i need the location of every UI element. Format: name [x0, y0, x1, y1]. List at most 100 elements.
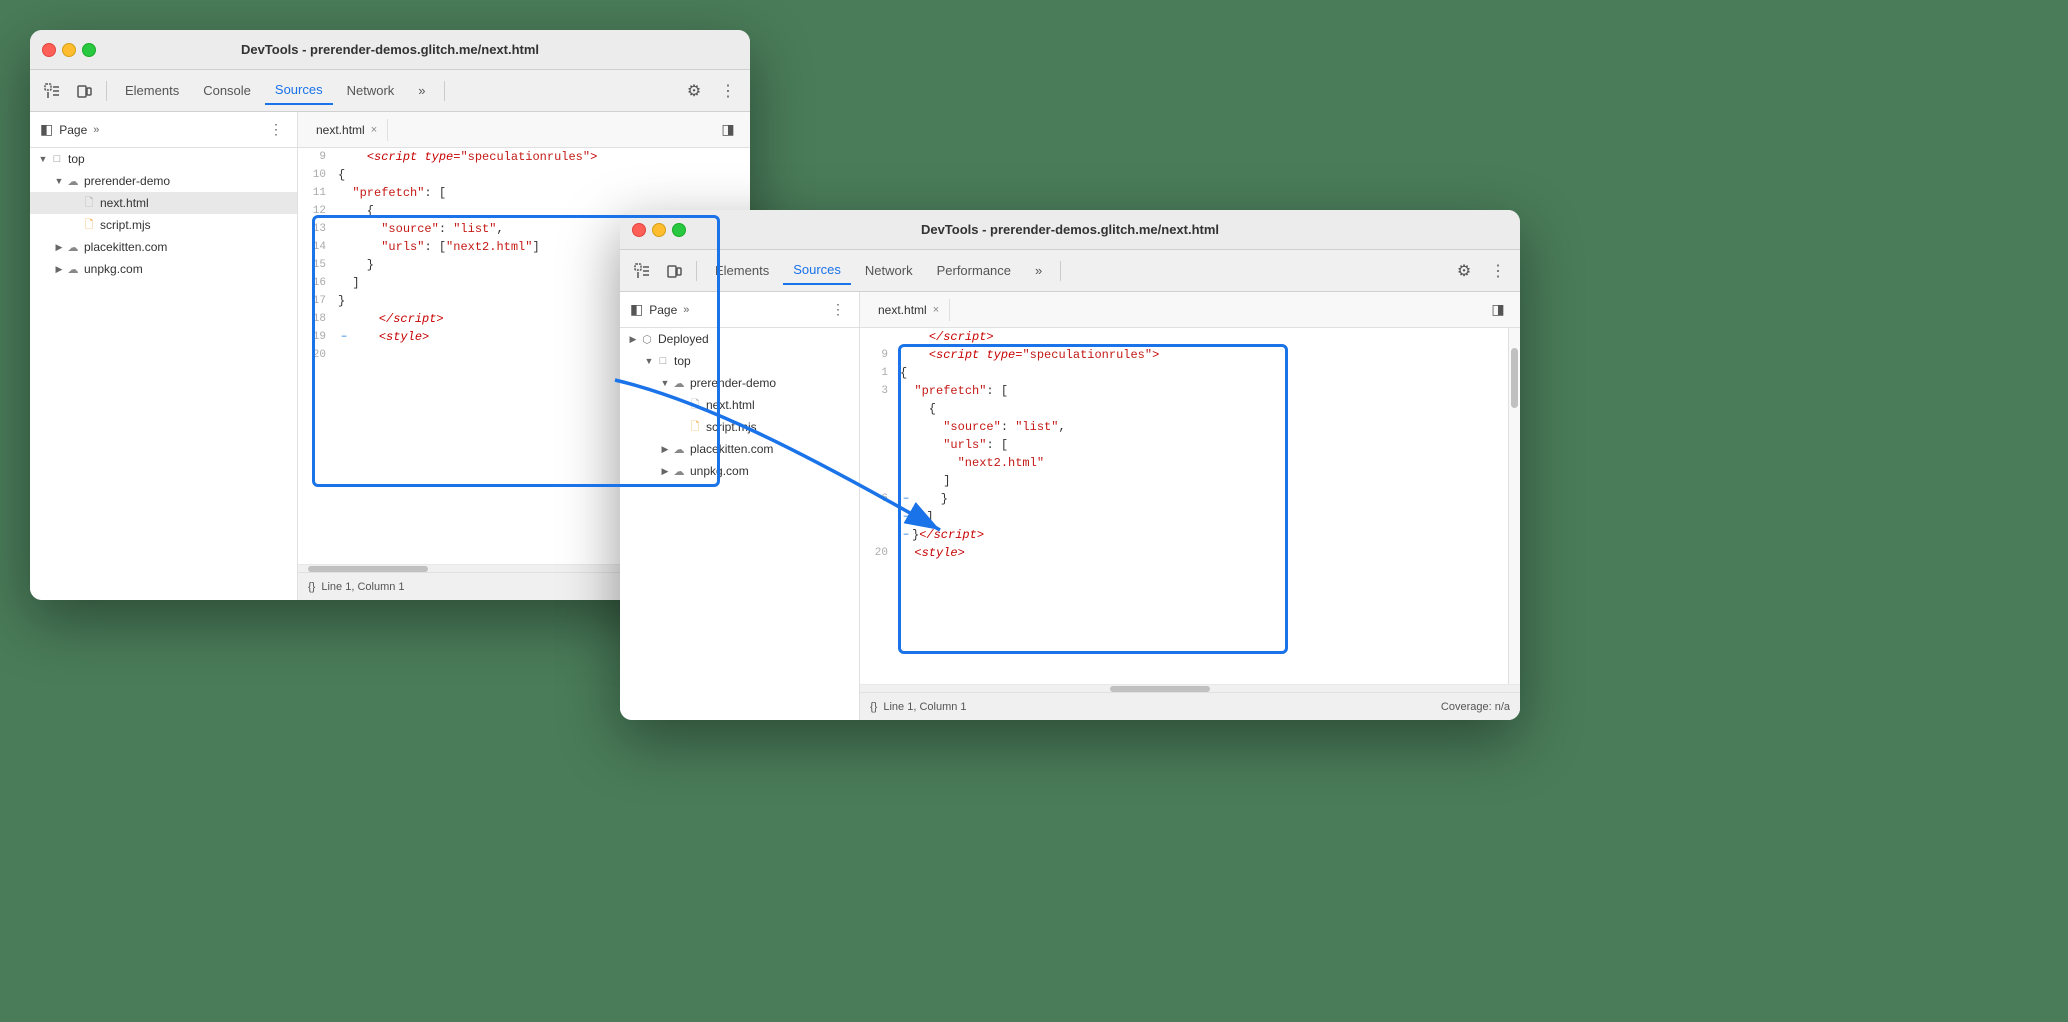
code-line-1-2: 1 {	[860, 364, 1520, 382]
code-panel-2: next.html × ◨ </script> 9 <script type="…	[860, 292, 1520, 720]
more-icon-1[interactable]: ⋮	[714, 77, 742, 105]
line-num-13-1: 13	[298, 220, 338, 238]
line-content-9b-2: }	[912, 490, 1520, 508]
traffic-lights-1[interactable]	[42, 43, 96, 57]
tab-network-2[interactable]: Network	[855, 257, 923, 284]
tab-performance-2[interactable]: Performance	[927, 257, 1021, 284]
tab-sources-2[interactable]: Sources	[783, 256, 851, 285]
tree-label-prerender-2: prerender-demo	[690, 376, 776, 390]
tree-item-placekitten-2[interactable]: ▶ ☁ placekitten.com	[620, 438, 859, 460]
line-content-11-1: "prefetch": [	[338, 184, 750, 202]
line-content-10b-2: ]	[912, 508, 1520, 526]
tree-item-top-2[interactable]: ▼ □ top	[620, 350, 859, 372]
line-num-20b-2: 20	[860, 544, 900, 562]
scrollbar-v-2[interactable]	[1508, 328, 1520, 684]
scrollbar-v-thumb-2[interactable]	[1511, 348, 1518, 408]
panel-right-icon-2[interactable]: ◨	[1484, 296, 1512, 324]
file-icon-script-2: 🗋	[688, 420, 702, 434]
tree-item-prerender-1[interactable]: ▼ ☁ prerender-demo	[30, 170, 297, 192]
line-num-12-1: 12	[298, 202, 338, 220]
sidebar-chevron-2[interactable]: »	[683, 304, 689, 316]
separator-2	[444, 81, 445, 101]
line-num-3-2: 3	[860, 382, 900, 400]
tab-console-1[interactable]: Console	[193, 77, 261, 104]
panel-right-icon-1[interactable]: ◨	[714, 116, 742, 144]
triangle-prerender-1: ▼	[54, 176, 64, 186]
minimize-button-2[interactable]	[652, 223, 666, 237]
tree-item-top-1[interactable]: ▼ □ top	[30, 148, 297, 170]
tree-item-unpkg-1[interactable]: ▶ ☁ unpkg.com	[30, 258, 297, 280]
tree-item-unpkg-2[interactable]: ▶ ☁ unpkg.com	[620, 460, 859, 482]
tree-label-unpkg-1: unpkg.com	[84, 262, 143, 276]
tree-item-deployed-2[interactable]: ▶ ⬡ Deployed	[620, 328, 859, 350]
code-tab-nexthtml-1[interactable]: next.html ×	[306, 119, 388, 141]
line-content-9-2: <script type="speculationrules">	[900, 346, 1520, 364]
tree-label-top-1: top	[68, 152, 85, 166]
line-num-16-1: 16	[298, 274, 338, 292]
tree-item-placekitten-1[interactable]: ▶ ☁ placekitten.com	[30, 236, 297, 258]
tree-item-prerender-2[interactable]: ▼ ☁ prerender-demo	[620, 372, 859, 394]
sidebar-dots-1[interactable]: ⋮	[265, 121, 287, 138]
code-tab-nexthtml-2[interactable]: next.html ×	[868, 299, 950, 321]
more-icon-2[interactable]: ⋮	[1484, 257, 1512, 285]
maximize-button-1[interactable]	[82, 43, 96, 57]
tree-label-scriptmjs-1: script.mjs	[100, 218, 151, 232]
device-icon-2[interactable]	[660, 257, 688, 285]
sidebar-tree-2: ▶ ⬡ Deployed ▼ □ top ▼ ☁ prerender-demo	[620, 328, 859, 720]
tree-item-nexthtml-1[interactable]: ▶ 🗋 next.html	[30, 192, 297, 214]
cloud-icon-unpkg-1: ☁	[66, 262, 80, 276]
devtools-window-2: DevTools - prerender-demos.glitch.me/nex…	[620, 210, 1520, 720]
minimize-button-1[interactable]	[62, 43, 76, 57]
tree-label-deployed-2: Deployed	[658, 332, 709, 346]
code-line-6-2: "urls": [	[860, 436, 1520, 454]
tab-elements-2[interactable]: Elements	[705, 257, 779, 284]
line-content-4-2: {	[900, 400, 1520, 418]
tree-label-nexthtml-2: next.html	[706, 398, 755, 412]
tab-elements-1[interactable]: Elements	[115, 77, 189, 104]
sidebar-chevron-1[interactable]: »	[93, 124, 99, 136]
panel-left-icon-2[interactable]: ◧	[630, 301, 643, 318]
sidebar-page-label-2: Page	[649, 303, 677, 317]
line-num-9b-2: 6	[860, 490, 900, 508]
cloud-icon-unpkg-2: ☁	[672, 464, 686, 478]
code-tab-label-2: next.html	[878, 303, 927, 317]
toolbar-1: Elements Console Sources Network » ⚙ ⋮	[30, 70, 750, 112]
tree-item-nexthtml-2[interactable]: ▶ 🗋 next.html	[620, 394, 859, 416]
inspect-icon[interactable]	[38, 77, 66, 105]
close-button-2[interactable]	[632, 223, 646, 237]
gear-icon-2[interactable]: ⚙	[1450, 257, 1478, 285]
line-content-10-1: {	[338, 166, 750, 184]
cloud-icon-prerender-1: ☁	[66, 174, 80, 188]
tab-more-2[interactable]: »	[1025, 257, 1052, 284]
line-content-9-1: <script type="speculationrules">	[338, 148, 750, 166]
scrollbar-thumb-2[interactable]	[1110, 686, 1210, 692]
code-line-9-1: 9 <script type="speculationrules">	[298, 148, 750, 166]
code-line-5-2: "source": "list",	[860, 418, 1520, 436]
device-icon[interactable]	[70, 77, 98, 105]
tree-item-scriptmjs-1[interactable]: ▶ 🗋 script.mjs	[30, 214, 297, 236]
code-area-2[interactable]: </script> 9 <script type="speculationrul…	[860, 328, 1520, 684]
gear-icon-1[interactable]: ⚙	[680, 77, 708, 105]
main-content-2: ◧ Page » ⋮ ▶ ⬡ Deployed ▼ □ top	[620, 292, 1520, 720]
tree-item-scriptmjs-2[interactable]: ▶ 🗋 script.mjs	[620, 416, 859, 438]
code-tab-close-2[interactable]: ×	[933, 304, 939, 316]
minus-10b-2: –	[900, 508, 912, 526]
close-button-1[interactable]	[42, 43, 56, 57]
sidebar-dots-2[interactable]: ⋮	[827, 301, 849, 318]
traffic-lights-2[interactable]	[632, 223, 686, 237]
code-tab-close-1[interactable]: ×	[371, 124, 377, 136]
inspect-icon-2[interactable]	[628, 257, 656, 285]
tab-network-1[interactable]: Network	[337, 77, 405, 104]
panel-left-icon-1[interactable]: ◧	[40, 121, 53, 138]
triangle-unpkg-1: ▶	[54, 264, 64, 274]
scrollbar-h-2-right[interactable]	[1100, 684, 1520, 692]
tree-label-nexthtml-1: next.html	[100, 196, 149, 210]
scrollbar-container-2	[860, 684, 1520, 692]
tab-more-1[interactable]: »	[408, 77, 435, 104]
scrollbar-thumb-h-1[interactable]	[308, 566, 428, 572]
line-content-6-2: "urls": [	[900, 436, 1520, 454]
tree-label-pk-2: placekitten.com	[690, 442, 773, 456]
maximize-button-2[interactable]	[672, 223, 686, 237]
tab-sources-1[interactable]: Sources	[265, 76, 333, 105]
line-content-7-2: "next2.html"	[900, 454, 1520, 472]
